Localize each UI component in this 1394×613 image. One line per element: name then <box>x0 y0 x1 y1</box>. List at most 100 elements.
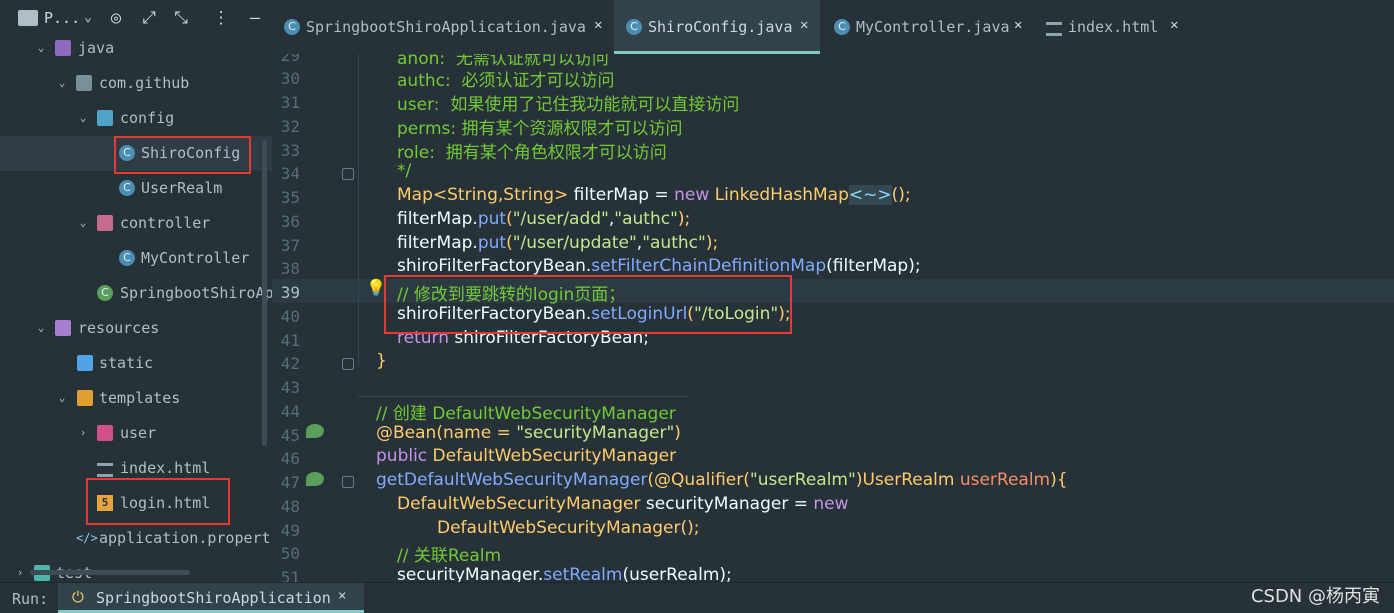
code-line-34: */ <box>397 161 412 181</box>
chevron-right-icon[interactable]: › <box>77 426 89 440</box>
sidebar-scrollbar-horizontal[interactable] <box>30 570 190 575</box>
code-line-33: role: 拥有某个角色权限才可以访问 <box>397 143 667 163</box>
tree-item-label: config <box>120 109 175 127</box>
code-token: filterMap. <box>397 209 478 229</box>
line-number: 34 <box>280 164 300 183</box>
project-sidebar: P... ⌄ ◎ ⤢ ⤡ ⋮ — ⌄ java ⌄ com.github ⌄ c… <box>0 0 272 582</box>
code-editor[interactable]: 29 30 31 32 33 34 35 36 37 38 39 40 41 4… <box>272 54 1394 582</box>
tab-label: MyController.java <box>856 18 1010 36</box>
tree-item-mycontroller[interactable]: C MyController <box>0 241 272 276</box>
config-folder-icon <box>97 110 113 126</box>
highlight-box-login-html <box>86 478 230 525</box>
resources-folder-icon <box>55 320 71 336</box>
project-title[interactable]: P... <box>44 9 80 27</box>
code-token: (); <box>680 518 700 538</box>
html-file-icon <box>1046 22 1062 36</box>
tree-item-static[interactable]: static <box>0 346 272 381</box>
fold-marker-icon[interactable] <box>342 168 354 180</box>
code-line-30: authc: 必须认证才可以访问 <box>397 71 615 91</box>
code-token: "/user/add" <box>512 209 609 229</box>
minimize-icon[interactable]: — <box>243 6 267 30</box>
tab-shiroconfig[interactable]: C ShiroConfig.java ✕ <box>614 0 820 54</box>
tree-item-user[interactable]: › user <box>0 416 272 451</box>
code-token: public <box>376 446 428 466</box>
code-line-46: public DefaultWebSecurityManager <box>376 446 676 466</box>
chevron-down-icon[interactable]: ⌄ <box>35 321 47 335</box>
tab-springbootshiroapplication[interactable]: C SpringbootShiroApplication.java ✕ <box>272 0 612 54</box>
code-token: LinkedHashMap <box>709 185 849 205</box>
tree-item-label: SpringbootShiroAp <box>120 284 272 302</box>
line-number: 45 <box>280 426 300 445</box>
tree-item-java[interactable]: ⌄ java <box>0 31 272 66</box>
expand-icon[interactable]: ⤢ <box>137 6 161 30</box>
tree-item-application-properties[interactable]: </> application.propert <box>0 521 272 556</box>
fold-marker-icon[interactable] <box>342 476 354 488</box>
close-icon[interactable]: ✕ <box>800 17 808 33</box>
web-folder-icon <box>77 355 93 371</box>
code-line-42: } <box>376 351 387 371</box>
code-line-32: perms: 拥有某个资源权限才可以访问 <box>397 119 683 139</box>
target-icon[interactable]: ◎ <box>104 6 128 30</box>
spring-bean-icon[interactable] <box>306 424 324 438</box>
line-number: 43 <box>280 378 300 397</box>
chevron-down-icon[interactable]: ⌄ <box>77 216 89 230</box>
line-number: 46 <box>280 449 300 468</box>
tree-item-config[interactable]: ⌄ config <box>0 101 272 136</box>
chevron-right-icon[interactable]: › <box>14 566 26 580</box>
lightbulb-icon[interactable]: 💡 <box>366 278 386 297</box>
tree-item-test[interactable]: › test <box>0 556 272 582</box>
tree-item-resources[interactable]: ⌄ resources <box>0 311 272 346</box>
spring-bean-icon[interactable] <box>306 472 324 486</box>
run-tab-springbootshiroapplication[interactable]: ⏻ SpringbootShiroApplication × <box>58 583 364 613</box>
code-line-47: getDefaultWebSecurityManager(@Qualifier(… <box>376 470 1068 490</box>
class-icon: C <box>284 19 300 35</box>
chevron-down-icon[interactable]: ⌄ <box>56 76 68 90</box>
line-number: 47 <box>280 473 300 492</box>
properties-file-icon: </> <box>76 531 98 545</box>
tree-item-com-github[interactable]: ⌄ com.github <box>0 66 272 101</box>
close-icon[interactable]: ✕ <box>594 17 602 33</box>
code-token: "/user/update" <box>512 233 637 253</box>
code-token: filterMap. <box>397 233 478 253</box>
tab-label: ShiroConfig.java <box>648 18 793 36</box>
tree-item-userrealm[interactable]: C UserRealm <box>0 171 272 206</box>
tab-index-html[interactable]: index.html ✕ <box>1034 0 1184 54</box>
sidebar-scrollbar-vertical[interactable] <box>262 140 267 446</box>
chevron-down-icon[interactable]: ⌄ <box>77 111 89 125</box>
code-token: setFilterChainDefinitionMap <box>591 256 827 276</box>
code-token: (@Qualifier <box>647 470 744 490</box>
code-token: setRealm <box>543 565 623 582</box>
close-icon[interactable]: ✕ <box>1170 17 1178 33</box>
tree-item-label: templates <box>99 389 181 407</box>
tab-label: index.html <box>1068 18 1159 36</box>
tree-item-springbootshiroapplication[interactable]: C SpringbootShiroAp <box>0 276 272 311</box>
java-folder-icon <box>55 40 71 56</box>
more-icon[interactable]: ⋮ <box>209 6 233 30</box>
line-number: 38 <box>280 259 300 278</box>
tab-mycontroller[interactable]: C MyController.java ✕ <box>822 0 1032 54</box>
code-token: put <box>477 209 507 229</box>
tree-item-label: UserRealm <box>141 179 223 197</box>
code-token: "securityManager" <box>516 423 675 443</box>
tree-item-label: resources <box>78 319 160 337</box>
code-token: UserRealm <box>862 470 960 490</box>
highlight-box-shiroconfig <box>114 136 251 174</box>
code-token: put <box>477 233 507 253</box>
chevron-down-icon[interactable]: ⌄ <box>56 391 68 405</box>
close-icon[interactable]: × <box>338 588 346 604</box>
code-line-44: // 创建 DefaultWebSecurityManager <box>376 404 676 424</box>
collapse-icon[interactable]: ⤡ <box>169 6 193 30</box>
code-line-31: user: 如果使用了记住我功能就可以直接访问 <box>397 95 740 115</box>
tree-item-label: application.propert <box>99 529 271 547</box>
method-separator <box>358 396 688 397</box>
fold-marker-icon[interactable] <box>342 358 354 370</box>
package-icon <box>76 75 92 91</box>
tree-item-controller[interactable]: ⌄ controller <box>0 206 272 241</box>
indent-guide <box>358 54 359 366</box>
tree-item-templates[interactable]: ⌄ templates <box>0 381 272 416</box>
chevron-down-icon[interactable]: ⌄ <box>35 41 47 55</box>
line-number: 32 <box>280 117 300 136</box>
chevron-down-icon[interactable]: ⌄ <box>76 6 100 30</box>
tree-item-label: java <box>78 39 115 57</box>
close-icon[interactable]: ✕ <box>1014 17 1022 33</box>
